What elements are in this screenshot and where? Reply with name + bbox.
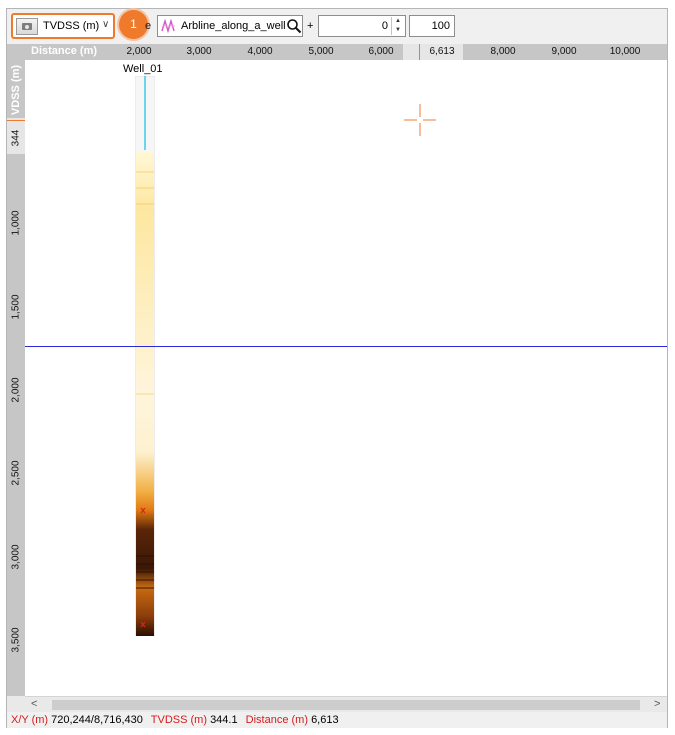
distance-ruler: Distance (m) 2,000 3,000 4,000 5,000 6,0…: [7, 44, 667, 60]
horizontal-scrollbar[interactable]: < >: [25, 696, 667, 712]
xy-value: 720,244/8,716,430: [51, 714, 143, 726]
value-input[interactable]: 100: [409, 15, 455, 37]
ruler-current-marker: [419, 44, 420, 60]
depth-tick: 1,000: [10, 210, 22, 236]
spin-down-icon[interactable]: ▼: [392, 26, 404, 35]
well-log-track: [135, 76, 155, 636]
depth-tick: 3,000: [10, 544, 22, 570]
depth-axis-title: VDSS (m): [8, 62, 24, 122]
distance-tick: 5,000: [308, 46, 334, 57]
distance-tick: 8,000: [490, 46, 516, 57]
tvdss-label: TVDSS (m): [150, 714, 207, 726]
offset-value: 0: [381, 20, 388, 32]
offset-spinner[interactable]: ▲ ▼: [391, 17, 404, 35]
spin-up-icon[interactable]: ▲: [392, 17, 404, 26]
camera-icon[interactable]: [16, 18, 38, 35]
distance-tick: 9,000: [551, 46, 577, 57]
cursor-crosshair-icon: [404, 104, 436, 136]
depth-tick: 2,500: [10, 460, 22, 486]
distance-tick: 3,000: [186, 46, 212, 57]
depth-tick: 2,000: [10, 377, 22, 403]
distance-value: 6,613: [311, 714, 339, 726]
distance-label: Distance (m): [245, 714, 308, 726]
status-bar: X/Y (m) 720,244/8,716,430 TVDSS (m) 344.…: [7, 712, 667, 728]
value-field-value: 100: [431, 20, 450, 32]
chevron-down-icon[interactable]: ∨: [102, 19, 109, 30]
distance-tick: 2,000: [126, 46, 152, 57]
line-selector[interactable]: Arbline_along_a_well: [157, 15, 303, 37]
domain-dropdown[interactable]: TVDSS (m) ∨: [11, 13, 115, 39]
distance-axis-title: Distance (m): [31, 45, 98, 57]
offset-input[interactable]: 0 ▲ ▼: [318, 15, 406, 37]
plus-label: +: [307, 20, 314, 32]
toolbar-label-fragment: e: [145, 20, 152, 32]
scroll-right-icon[interactable]: >: [654, 698, 660, 710]
depth-ruler: VDSS (m) 344 1,000 1,500 2,000 2,500 3,0…: [7, 60, 25, 696]
tvdss-value: 344.1: [210, 714, 238, 726]
cross-section-window: TVDSS (m) ∨ 1 e Arbline_along_a_well + 0…: [6, 8, 668, 728]
magnifier-icon[interactable]: [286, 18, 302, 34]
depth-tick-current: 344: [10, 129, 22, 147]
horizon-line: [25, 346, 667, 347]
depth-tick: 3,500: [10, 627, 22, 653]
xy-label: X/Y (m): [11, 714, 49, 726]
depth-tick: 1,500: [10, 294, 22, 320]
section-canvas[interactable]: Well_01: [25, 60, 667, 696]
distance-tick: 6,000: [368, 46, 394, 57]
well-label: Well_01: [123, 63, 163, 75]
distance-tick: 4,000: [247, 46, 273, 57]
toolbar: TVDSS (m) ∨ 1 e Arbline_along_a_well + 0…: [7, 9, 667, 44]
depth-axis-title-text: VDSS (m): [10, 64, 22, 116]
scroll-left-icon[interactable]: <: [31, 698, 37, 710]
distance-tick: 10,000: [609, 46, 641, 57]
scroll-corner: [7, 696, 25, 712]
step-badge: 1: [119, 10, 148, 39]
line-name: Arbline_along_a_well: [181, 20, 286, 32]
domain-label: TVDSS (m): [43, 20, 100, 32]
distance-tick-current: 6,613: [429, 46, 455, 57]
arbitrary-line-icon: [161, 19, 175, 33]
scroll-thumb[interactable]: [52, 700, 640, 710]
